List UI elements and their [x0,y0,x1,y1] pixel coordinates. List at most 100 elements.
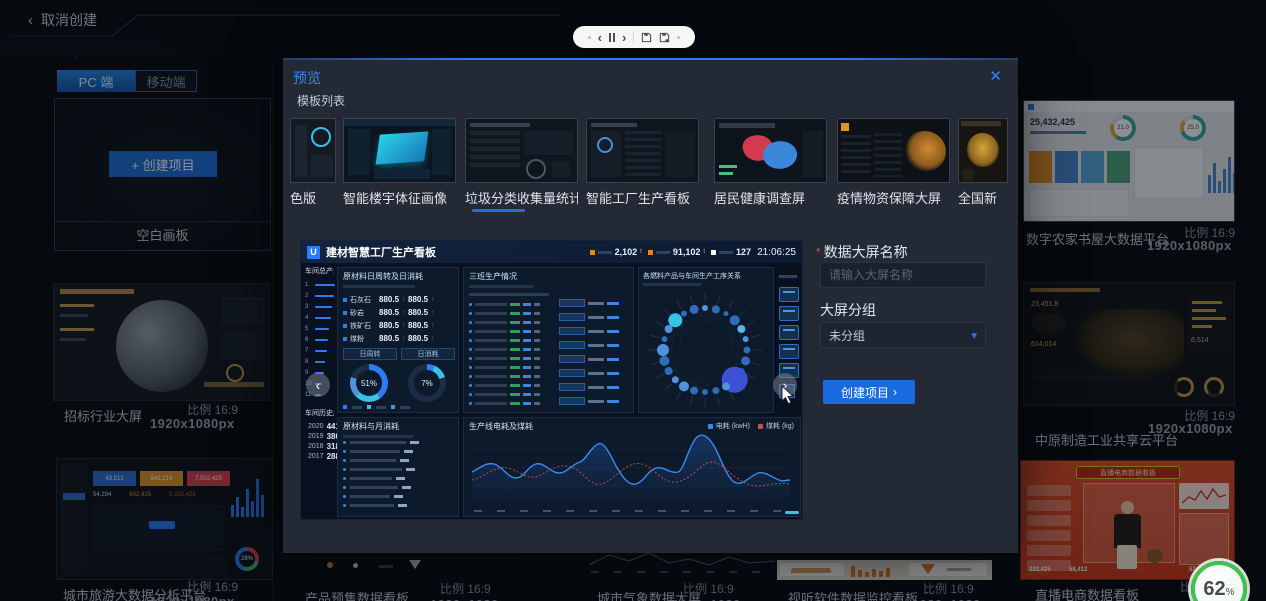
playback-control-bar: ‹ › [573,26,695,48]
group-field-label: 大屏分组 [820,300,876,320]
side-stat-box [779,306,799,321]
panel-title: 车间历史产量 [305,408,334,418]
decor [469,330,472,333]
material-value: 880.5 [379,308,399,317]
decor [475,312,507,315]
power-coal-panel: 生产线电耗及煤耗 电耗 (kwH) 煤耗 (kg) [463,417,801,517]
next-icon[interactable]: › [622,31,626,44]
decor [783,348,795,350]
legend-label: 煤耗 (kg) [766,421,794,431]
material-rows: 石灰石880.5↑880.5↑ 砂岩880.5↑880.5↑ 铁矿石880.5↑… [343,293,453,345]
decor [534,348,540,351]
decor [475,402,507,405]
decor [588,372,604,375]
pause-icon[interactable] [609,33,615,42]
carousel-indicator[interactable] [472,209,525,212]
decor [523,303,531,306]
decor [469,402,472,405]
decor [475,330,507,333]
decor [343,459,346,462]
decor [469,384,472,387]
side-stat-box [779,344,799,359]
decor [406,468,415,471]
decor [591,123,637,127]
template-item-1[interactable]: 智能楼宇体征画像 [343,118,456,203]
decor [588,316,604,319]
template-item-6[interactable]: 全国新 [958,118,1008,203]
preview-scrollbar[interactable] [785,511,799,514]
stat-marker [711,250,716,255]
monthly-row [343,483,455,492]
rank-row: 7 [305,346,334,356]
monthly-row [343,474,455,483]
material-monthly-panel: 原材料与月消耗 [337,417,459,517]
drag-handle-icon[interactable] [588,36,591,39]
decor [523,321,531,324]
decor [343,468,346,471]
monthly-rows [343,438,455,510]
decor [559,369,585,377]
decor [719,165,737,168]
group-select[interactable]: 未分组 ▾ [820,322,986,348]
template-thumb [586,118,699,183]
decor [402,486,411,489]
decor [469,366,472,369]
decor [350,450,400,453]
drag-handle-icon[interactable] [677,36,680,39]
rank-row: 6 [305,335,334,345]
shift-row [469,363,551,372]
stat-value: 127 [736,247,751,257]
material-value: 880.5 [379,295,399,304]
template-item-5[interactable]: 疫情物资保障大屏 [837,118,950,203]
building-graphic [376,131,429,164]
header-stat: 127 [711,247,751,257]
panel-title: 原材料与月消耗 [343,421,458,432]
close-icon[interactable]: ✕ [989,67,1002,85]
save-as-icon[interactable] [659,32,670,43]
decor [588,400,604,403]
template-item-2[interactable]: 垃圾分类收集量统计 [465,118,578,203]
decor [350,468,402,471]
material-value: 880.5 [408,321,428,330]
carousel-prev-button[interactable]: ‹ [306,373,330,397]
decor [510,330,520,333]
decor [475,366,507,369]
decor [607,358,619,361]
preview-title: 建材智慧工厂生产看板 [326,244,436,260]
decor [350,504,394,507]
rank-bar [315,284,335,286]
screen-name-input[interactable] [820,262,986,288]
template-item-3[interactable]: 智能工厂生产看板 [586,118,699,203]
prev-icon[interactable]: ‹ [598,31,602,44]
decor [783,291,795,293]
panel-title: 各燃料产品与车间生产工序关系 [643,271,769,281]
create-project-submit-button[interactable]: 创建项目 › [823,380,915,404]
side-stat-box [779,287,799,302]
shift-production-panel: 三班生产情况 [463,267,634,413]
material-daily-panel: 原材料日周转及日消耗 石灰石880.5↑880.5↑ 砂岩880.5↑880.5… [337,267,459,413]
map-graphic [967,133,999,167]
shift-row [469,354,551,363]
template-item-4[interactable]: 居民健康调查屏 [714,118,827,203]
create-label: 创建项目 [841,384,889,401]
header-stat: 2,102 t [590,247,642,257]
shift-row [469,345,551,354]
monthly-row [343,438,455,447]
save-icon[interactable] [641,32,652,43]
decor [534,339,540,342]
shift-row [469,399,551,408]
decor [311,155,333,177]
template-item-0[interactable]: 色版 [290,118,336,203]
decor [469,357,472,360]
panel-title: 原材料日周转及日消耗 [343,271,458,282]
decor [841,135,871,177]
monthly-row [343,447,455,456]
decor [343,486,346,489]
shift-table [469,300,551,408]
rank-row: 1 [305,280,334,290]
decor [475,321,507,324]
tab-daily-turnover: 日周转 [343,348,397,360]
side-stat-box [779,325,799,340]
carousel-next-button[interactable]: › [773,373,797,397]
modal-title: 预览 [293,68,321,88]
